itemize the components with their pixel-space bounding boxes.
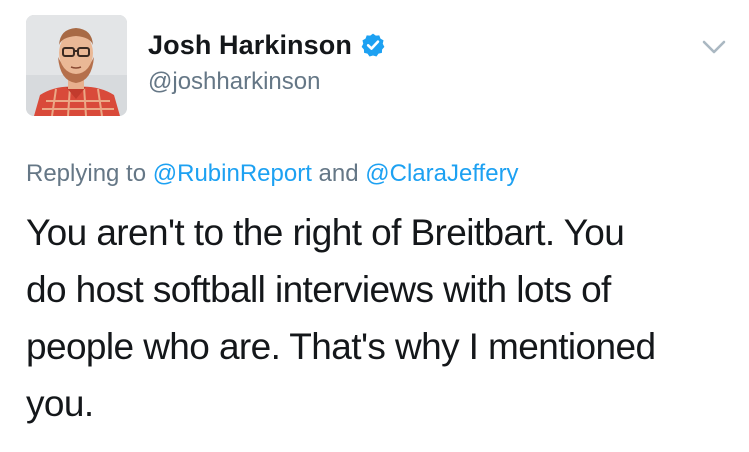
reply-mention-clarajeffery[interactable]: @ClaraJeffery bbox=[365, 160, 518, 187]
verified-badge-icon bbox=[360, 32, 386, 58]
tweet-text-line: You aren't to the right of Breitbart. Yo… bbox=[26, 212, 625, 253]
avatar[interactable] bbox=[26, 15, 127, 116]
tweet-text: You aren't to the right of Breitbart. Yo… bbox=[26, 204, 741, 432]
author-row: Josh Harkinson bbox=[148, 30, 386, 60]
user-handle[interactable]: @joshharkinson bbox=[148, 68, 320, 96]
replying-prefix: Replying to bbox=[26, 160, 147, 187]
reply-mention-rubinreport[interactable]: @RubinReport bbox=[153, 160, 312, 187]
tweet-card: Josh Harkinson @joshharkinson Replying t… bbox=[0, 0, 749, 452]
tweet-text-line: do host softball interviews with lots of bbox=[26, 269, 611, 310]
replying-joiner: and bbox=[318, 160, 359, 187]
chevron-down-icon[interactable] bbox=[701, 38, 727, 56]
display-name[interactable]: Josh Harkinson bbox=[148, 30, 352, 61]
replying-to-line: Replying to @RubinReport and @ClaraJeffe… bbox=[26, 160, 519, 188]
avatar-image bbox=[26, 15, 127, 116]
tweet-text-line: you. bbox=[26, 383, 94, 424]
tweet-text-line: people who are. That's why I mentioned bbox=[26, 326, 656, 367]
